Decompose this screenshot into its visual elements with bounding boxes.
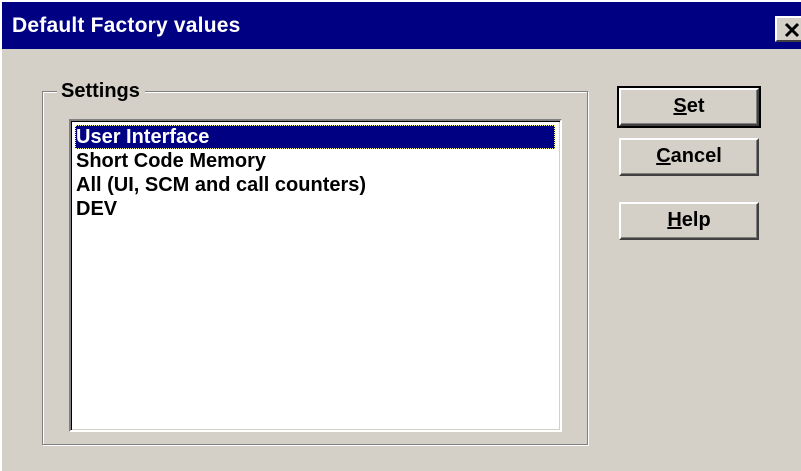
help-button[interactable]: Help bbox=[619, 202, 759, 240]
close-button[interactable] bbox=[775, 16, 801, 42]
list-item-all[interactable]: All (UI, SCM and call counters) bbox=[75, 173, 366, 197]
list-item-user-interface[interactable]: User Interface bbox=[75, 125, 555, 149]
cancel-button-label: Cancel bbox=[656, 140, 722, 172]
help-button-mnemonic: H bbox=[667, 209, 682, 231]
title-bar[interactable]: Default Factory values bbox=[2, 2, 801, 49]
cancel-button-mnemonic: C bbox=[656, 145, 671, 167]
settings-listbox[interactable]: User Interface Short Code Memory All (UI… bbox=[69, 119, 562, 432]
list-item-short-code-memory[interactable]: Short Code Memory bbox=[75, 149, 266, 173]
cancel-button-label-rest: ancel bbox=[670, 145, 722, 167]
close-icon bbox=[784, 22, 800, 38]
help-button-label-rest: elp bbox=[681, 209, 711, 231]
set-button[interactable]: Set bbox=[617, 86, 761, 128]
list-item-dev[interactable]: DEV bbox=[75, 197, 117, 221]
settings-group-label: Settings bbox=[57, 80, 145, 103]
dialog-window: Default Factory values Settings User Int… bbox=[0, 0, 801, 471]
set-button-label: Set bbox=[673, 90, 704, 122]
set-button-label-rest: et bbox=[686, 95, 705, 117]
dialog-title: Default Factory values bbox=[12, 14, 241, 37]
set-button-mnemonic: S bbox=[673, 95, 687, 117]
cancel-button[interactable]: Cancel bbox=[619, 138, 759, 176]
help-button-label: Help bbox=[667, 204, 710, 236]
